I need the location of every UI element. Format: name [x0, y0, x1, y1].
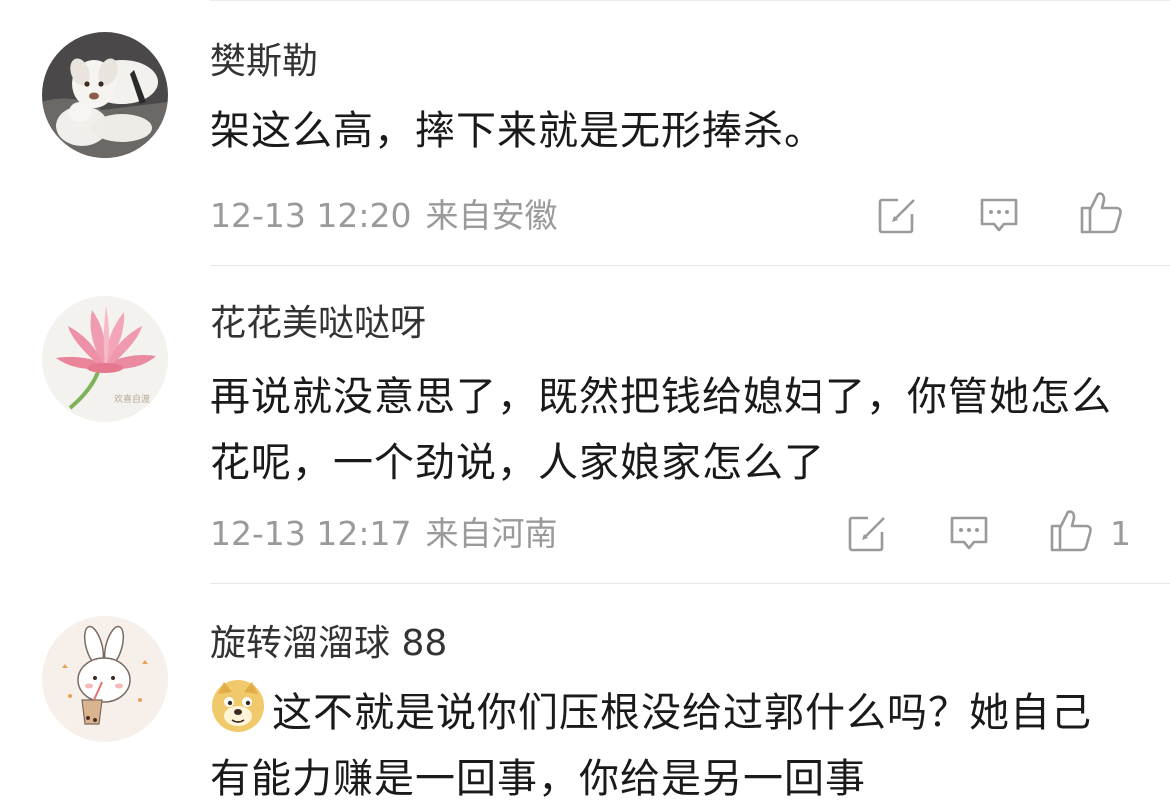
repost-icon[interactable] [842, 508, 892, 558]
avatar[interactable] [42, 32, 168, 158]
username[interactable]: 花花美哒哒呀 [210, 302, 426, 346]
lotus-avatar-image: 欢喜自渡 [42, 296, 168, 422]
comment-text: 这不就是说你们压根没给过郭什么吗？她自己有能力赚是一回事，你给是另一回事 [210, 678, 1130, 812]
comment-item: 欢喜自渡 花花美哒哒呀 再说就没意思了，既然把钱给媳妇了，你管她怎么花呢，一个劲… [0, 266, 1170, 584]
comment-icon[interactable] [944, 508, 994, 558]
username[interactable]: 樊斯勒 [210, 40, 318, 84]
comment-item: 樊斯勒 架这么高，摔下来就是无形捧杀。 12-13 12:20 来自安徽 [0, 0, 1170, 266]
comment-time: 12-13 12:17 [210, 514, 412, 553]
comment-text: 再说就没意思了，既然把钱给媳妇了，你管她怎么花呢，一个劲说，人家娘家怎么了 [210, 374, 1112, 486]
comment-meta: 12-13 12:20 来自安徽 [210, 196, 557, 236]
doge-emoji-icon [212, 680, 264, 732]
dog-avatar-image [42, 32, 168, 158]
comment-icon[interactable] [974, 190, 1024, 240]
comment-meta: 12-13 12:17 来自河南 [210, 514, 557, 554]
avatar[interactable]: 欢喜自渡 [42, 296, 168, 422]
bunny-avatar-image [42, 616, 168, 742]
comment-text: 架这么高，摔下来就是无形捧杀。 [210, 108, 825, 154]
like-count: 1 [1110, 514, 1131, 553]
avatar-watermark: 欢喜自渡 [114, 393, 150, 405]
avatar[interactable] [42, 616, 168, 742]
repost-icon[interactable] [872, 190, 922, 240]
comment-location: 来自安徽 [425, 196, 558, 235]
comment-text-content: 这不就是说你们压根没给过郭什么吗？她自己有能力赚是一回事，你给是另一回事 [210, 690, 1092, 802]
comment-item: 旋转溜溜球 88 这不就是说你们压根没给过郭什么吗？她自己有能力赚是一回事，你给… [0, 584, 1170, 811]
comment-time: 12-13 12:20 [210, 196, 412, 235]
username[interactable]: 旋转溜溜球 88 [210, 622, 447, 666]
like-icon[interactable] [1046, 506, 1096, 556]
comment-location: 来自河南 [425, 514, 558, 553]
like-icon[interactable] [1076, 188, 1126, 238]
